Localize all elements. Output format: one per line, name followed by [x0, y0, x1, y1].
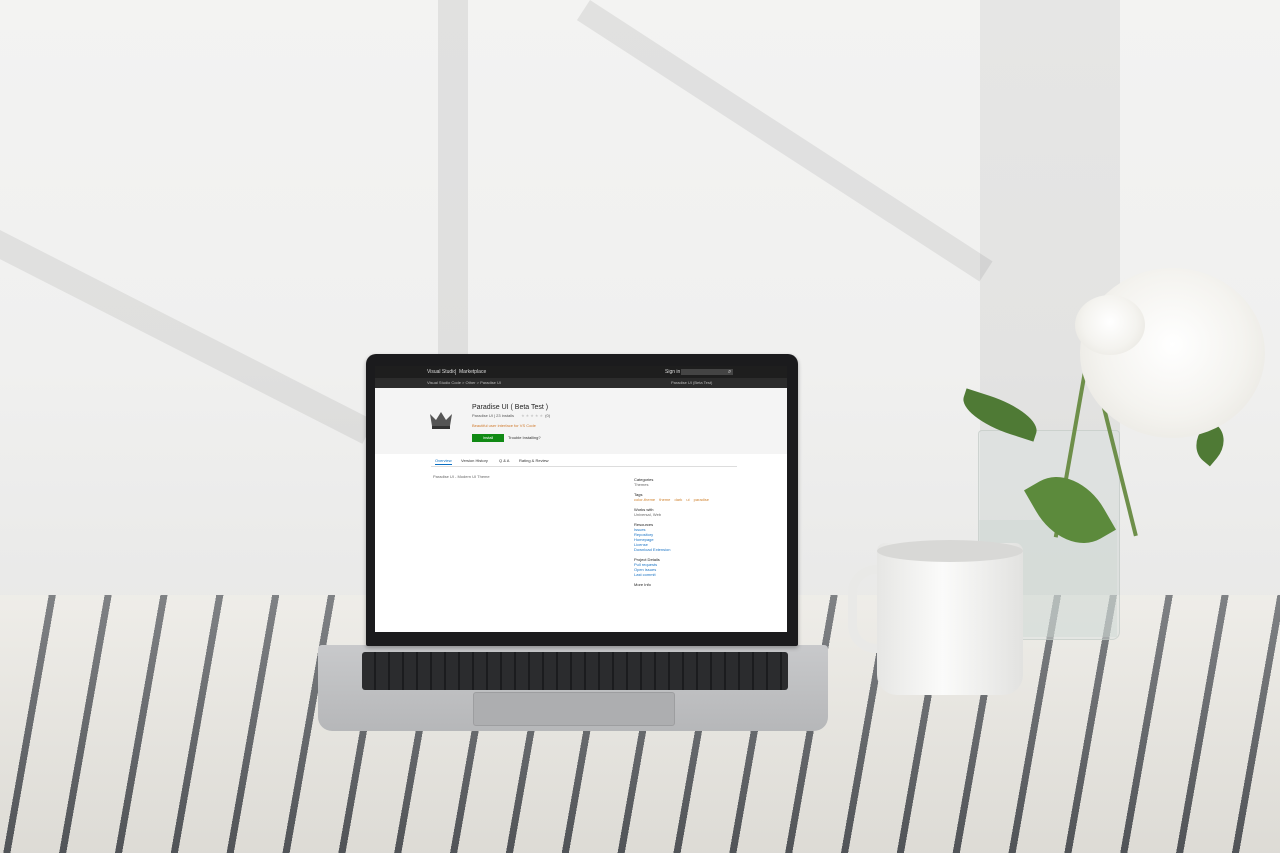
categories-value[interactable]: Themes — [634, 482, 714, 487]
breadcrumb-bar: Visual Studio Code > Other > Paradise UI… — [375, 378, 787, 388]
search-icon[interactable]: ⌕ — [728, 366, 731, 378]
more-info-heading: More Info — [634, 582, 651, 587]
extension-meta: Paradise UI | 23 installs ★★★★★ (0) — [472, 413, 550, 418]
install-count: | 23 installs — [494, 413, 514, 418]
project-detail-link[interactable]: Last commit — [634, 572, 714, 577]
laptop-screen: Visual Studio Marketplace Sign in ⌕ Visu… — [375, 366, 787, 632]
install-button[interactable]: Install — [472, 434, 504, 442]
works-with-value: Universal, Web — [634, 512, 662, 517]
tag-chip[interactable]: dark — [675, 497, 683, 502]
rating-count: (0) — [545, 413, 551, 418]
mug-rim — [877, 540, 1023, 562]
tag-chip[interactable]: ui — [686, 497, 689, 502]
tag-chip[interactable]: theme — [659, 497, 670, 502]
extension-description: Beautiful user interface for VS Code — [472, 423, 536, 428]
trouble-installing-link[interactable]: Trouble Installing? — [508, 435, 541, 440]
search-input[interactable] — [681, 369, 733, 375]
laptop-trackpad — [473, 692, 675, 726]
tab-rating-review[interactable]: Rating & Review — [519, 458, 549, 463]
peony-petals — [1075, 295, 1145, 355]
tag-chip[interactable]: color-theme — [634, 497, 655, 502]
photo-scene: Visual Studio Marketplace Sign in ⌕ Visu… — [0, 0, 1280, 853]
tab-qa[interactable]: Q & A — [499, 458, 509, 463]
topbar-divider — [455, 369, 456, 375]
brand-label[interactable]: Visual Studio — [427, 366, 456, 378]
white-mug — [877, 543, 1023, 695]
breadcrumb[interactable]: Visual Studio Code > Other > Paradise UI — [427, 378, 501, 388]
marketplace-topbar: Visual Studio Marketplace Sign in ⌕ — [375, 366, 787, 378]
extension-title: Paradise UI ( Beta Test ) — [472, 404, 549, 411]
sign-in-link[interactable]: Sign in — [665, 366, 680, 378]
tab-overview[interactable]: Overview — [435, 458, 452, 465]
publisher-link[interactable]: Paradise UI — [472, 413, 493, 418]
tag-chip[interactable]: paradise — [694, 497, 709, 502]
extension-logo-icon — [430, 412, 452, 429]
publisher-note: Paradise UI (Beta Test) — [671, 380, 713, 385]
marketplace-label[interactable]: Marketplace — [459, 366, 486, 378]
tags-list: color-theme theme dark ui paradise — [634, 497, 714, 502]
detail-tabs: Overview Version History Q & A Rating & … — [431, 456, 737, 467]
tab-version-history[interactable]: Version History — [461, 458, 488, 463]
resource-link[interactable]: Download Extension — [634, 547, 714, 552]
details-sidebar: Categories Themes Tags color-theme theme… — [634, 472, 714, 587]
laptop-keyboard — [362, 652, 788, 690]
overview-text: Paradise UI - Modern UI Theme — [433, 474, 490, 479]
rating-stars-icon[interactable]: ★★★★★ — [521, 413, 544, 418]
